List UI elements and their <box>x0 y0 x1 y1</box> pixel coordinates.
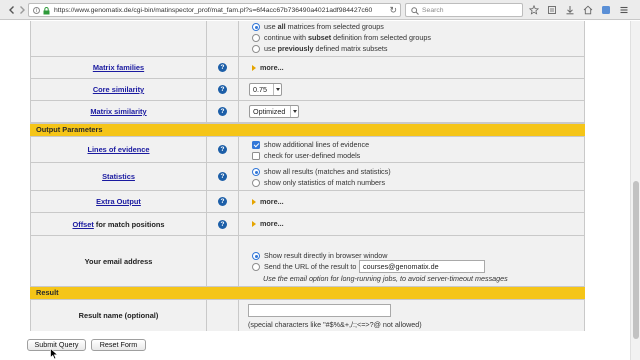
result-name-row: Result name (optional) (special characte… <box>30 299 585 331</box>
lock-icon <box>43 7 50 15</box>
menu-icon[interactable] <box>618 4 630 16</box>
label-statistics-only: show only statistics of match numbers <box>264 178 386 187</box>
help-icon[interactable]: ? <box>218 172 227 181</box>
radio-statistics-only[interactable] <box>252 179 260 187</box>
radio-previous-subsets[interactable] <box>252 45 260 53</box>
core-similarity-select[interactable]: 0.75 <box>249 83 282 96</box>
triangle-right-icon <box>252 199 256 206</box>
offset-link[interactable]: Offset <box>73 220 94 229</box>
result-name-note: (special characters like "#$%&+,/:;<=>?@… <box>248 320 422 329</box>
label-additional-evidence: show additional lines of evidence <box>264 140 370 149</box>
url-text[interactable]: https://www.genomatix.de/cgi-bin/matinsp… <box>54 4 374 17</box>
help-icon[interactable]: ? <box>218 63 227 72</box>
chevron-down-icon <box>290 106 298 117</box>
help-icon[interactable]: ? <box>218 85 227 94</box>
checkbox-additional-evidence[interactable] <box>252 141 260 149</box>
label-send-url: Send the URL of the result to <box>264 262 357 271</box>
matrix-group-row: use all matrices from selected groups co… <box>30 21 585 56</box>
radio-show-all-results[interactable] <box>252 168 260 176</box>
lines-of-evidence-link[interactable]: Lines of evidence <box>87 145 149 154</box>
help-icon[interactable]: ? <box>218 145 227 154</box>
matrix-similarity-link[interactable]: Matrix similarity <box>90 107 146 116</box>
chevron-down-icon <box>273 84 281 95</box>
browser-toolbar: i https://www.genomatix.de/cgi-bin/matin… <box>0 0 640 20</box>
offset-label-rest: for match positions <box>93 219 165 229</box>
scrollbar-thumb[interactable] <box>633 181 639 339</box>
matrix-similarity-row: Matrix similarity ? Optimized <box>30 100 585 122</box>
option-continue-subset: continue with subset definition from sel… <box>264 33 432 42</box>
search-icon <box>411 7 419 15</box>
result-name-field[interactable] <box>248 304 391 317</box>
lines-of-evidence-row: Lines of evidence ? show additional line… <box>30 136 585 162</box>
radio-continue-subset[interactable] <box>252 34 260 42</box>
radio-send-url[interactable] <box>252 263 260 271</box>
matrix-families-more[interactable]: more... <box>252 63 284 72</box>
reset-form-button[interactable]: Reset Form <box>91 339 146 351</box>
label-show-in-browser: Show result directly in browser window <box>264 251 388 260</box>
email-row: Your email address Show result directly … <box>30 235 585 286</box>
info-icon[interactable]: i <box>33 7 40 14</box>
extra-output-link[interactable]: Extra Output <box>96 197 141 206</box>
page-content: use all matrices from selected groups co… <box>0 21 630 360</box>
result-name-label: Result name (optional) <box>78 311 159 320</box>
bookmark-star-icon[interactable] <box>528 4 540 16</box>
offset-row: Offset for match positions ? more... <box>30 212 585 235</box>
matinspector-form: use all matrices from selected groups co… <box>30 21 585 331</box>
checkbox-user-defined-models[interactable] <box>252 152 260 160</box>
forward-arrow-icon[interactable] <box>16 4 28 16</box>
help-icon[interactable]: ? <box>218 107 227 116</box>
download-icon[interactable] <box>564 4 576 16</box>
radio-use-all-matrices[interactable] <box>252 23 260 31</box>
extension-icon[interactable] <box>600 4 612 16</box>
result-header: Result <box>30 286 585 299</box>
label-show-all-results: show all results (matches and statistics… <box>264 167 391 176</box>
core-similarity-row: Core similarity ? 0.75 <box>30 78 585 100</box>
output-parameters-header: Output Parameters <box>30 123 585 136</box>
email-hint: Use the email option for long-running jo… <box>263 274 508 283</box>
statistics-row: Statistics ? show all results (matches a… <box>30 162 585 190</box>
address-bar[interactable]: i https://www.genomatix.de/cgi-bin/matin… <box>28 3 401 17</box>
core-similarity-link[interactable]: Core similarity <box>93 85 144 94</box>
mouse-cursor-icon <box>50 348 59 360</box>
vertical-scrollbar[interactable] <box>630 21 640 360</box>
matrix-families-row: Matrix families ? more... <box>30 56 585 78</box>
triangle-right-icon <box>252 221 256 228</box>
triangle-right-icon <box>252 65 256 72</box>
offset-more[interactable]: more... <box>252 219 284 228</box>
reload-icon[interactable]: ↻ <box>389 5 397 16</box>
help-icon[interactable]: ? <box>218 197 227 206</box>
radio-show-in-browser[interactable] <box>252 252 260 260</box>
search-bar[interactable]: Search <box>405 3 523 17</box>
extra-output-row: Extra Output ? more... <box>30 190 585 212</box>
email-label: Your email address <box>84 256 153 266</box>
reading-list-icon[interactable] <box>546 4 558 16</box>
search-placeholder: Search <box>422 7 444 14</box>
home-icon[interactable] <box>582 4 594 16</box>
email-field[interactable]: courses@genomatix.de <box>359 260 485 273</box>
extra-output-more[interactable]: more... <box>252 197 284 206</box>
statistics-link[interactable]: Statistics <box>102 172 135 181</box>
help-icon[interactable]: ? <box>218 219 227 229</box>
option-previous-subsets: use previously defined matrix subsets <box>264 44 388 53</box>
matrix-families-link[interactable]: Matrix families <box>93 63 144 72</box>
option-use-all-matrices: use all matrices from selected groups <box>264 22 384 31</box>
label-user-defined-models: check for user-defined models <box>264 151 361 160</box>
matrix-similarity-select[interactable]: Optimized <box>249 105 299 118</box>
